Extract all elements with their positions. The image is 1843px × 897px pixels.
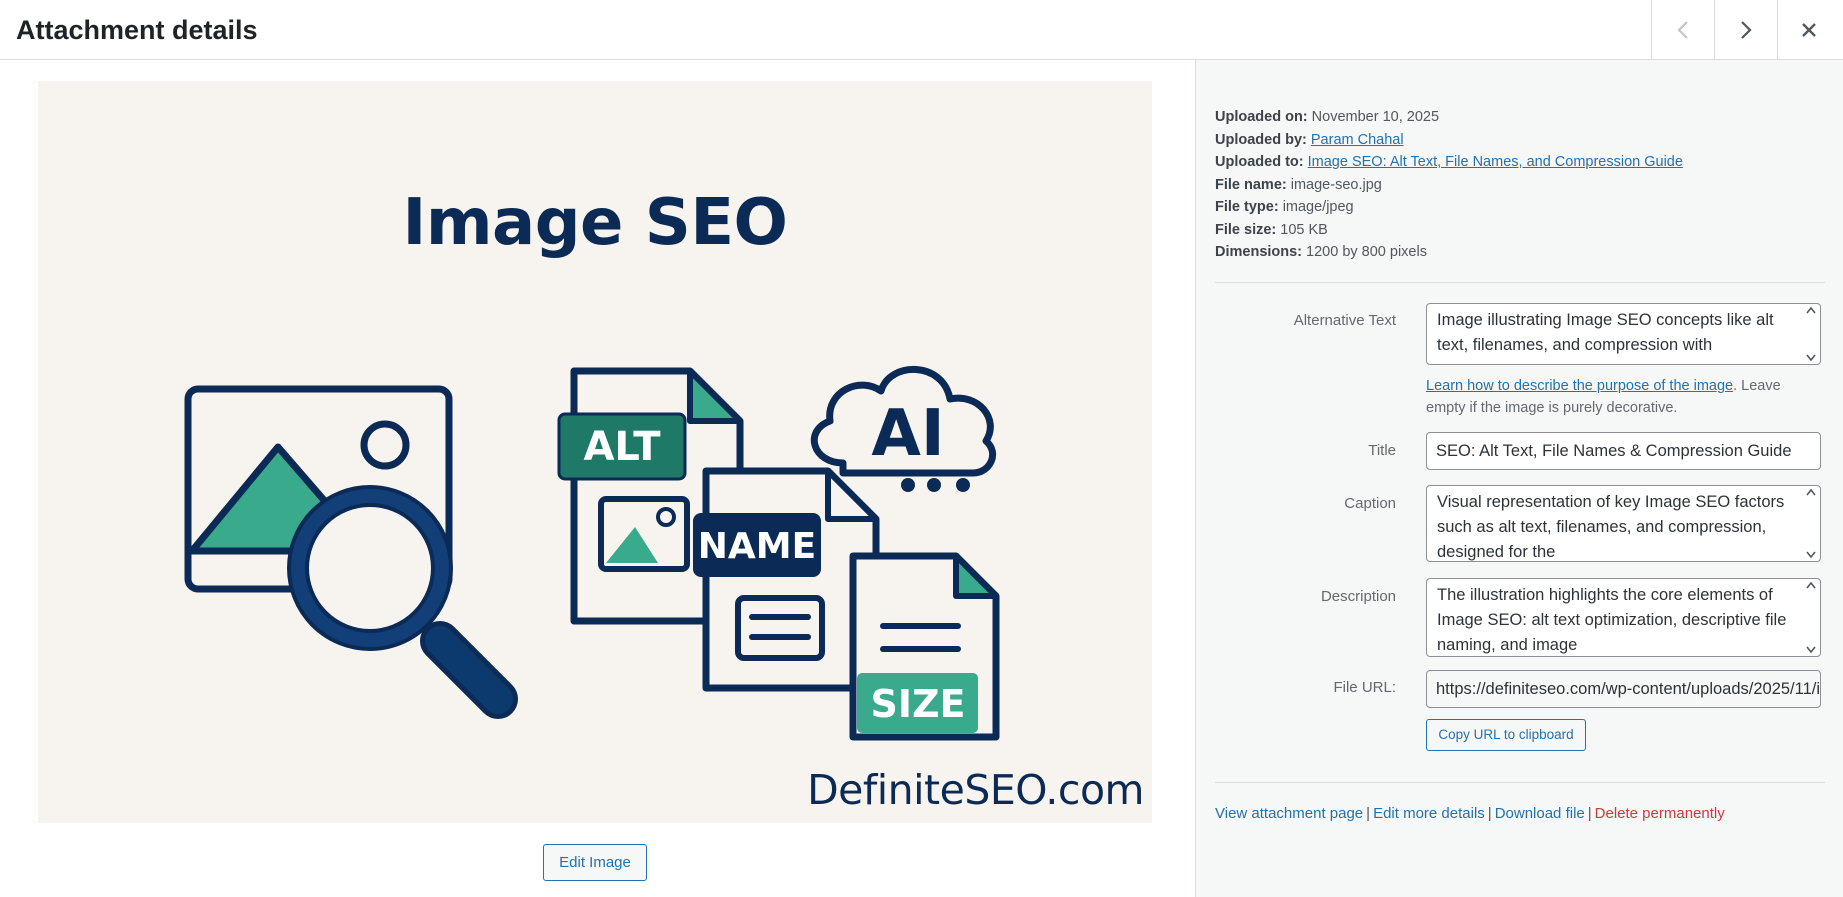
alt-text-value: Image illustrating Image SEO concepts li… (1437, 311, 1774, 354)
svg-text:ALT: ALT (583, 424, 661, 470)
edit-details-link[interactable]: Edit more details (1373, 805, 1485, 822)
scroll-down-icon (1806, 646, 1816, 654)
divider (1215, 282, 1825, 283)
next-button[interactable] (1714, 0, 1777, 59)
modal-header: Attachment details (0, 0, 1843, 60)
dimensions-value: 1200 by 800 pixels (1306, 244, 1427, 260)
uploaded-on-row: Uploaded on: November 10, 2025 (1215, 106, 1683, 129)
file-type-row: File type: image/jpeg (1215, 196, 1683, 219)
image-brand-text: DefiniteSEO.com (807, 766, 1144, 814)
file-size-value: 105 KB (1280, 221, 1328, 238)
alt-text-textarea[interactable]: Image illustrating Image SEO concepts li… (1426, 303, 1821, 365)
scroll-up-icon (1806, 581, 1816, 589)
title-value: SEO: Alt Text, File Names & Compression … (1436, 442, 1792, 460)
file-url-value: https://definiteseo.com/wp-content/uploa… (1436, 680, 1821, 698)
textarea-scrollbar[interactable] (1804, 306, 1818, 362)
scroll-down-icon (1806, 354, 1816, 362)
previous-button[interactable] (1651, 0, 1714, 59)
uploaded-to-link[interactable]: Image SEO: Alt Text, File Names, and Com… (1308, 154, 1683, 170)
svg-text:AI: AI (871, 397, 944, 471)
copy-url-button[interactable]: Copy URL to clipboard (1426, 719, 1586, 751)
file-name-label: File name: (1215, 176, 1287, 193)
description-value: The illustration highlights the core ele… (1437, 586, 1787, 654)
uploaded-by-row: Uploaded by: Param Chahal (1215, 129, 1683, 152)
file-meta: Uploaded on: November 10, 2025 Uploaded … (1215, 106, 1683, 264)
file-type-label: File type: (1215, 199, 1279, 215)
svg-text:NAME: NAME (698, 526, 816, 567)
uploaded-to-row: Uploaded to: Image SEO: Alt Text, File N… (1215, 151, 1683, 174)
scroll-up-icon (1806, 488, 1816, 496)
dimensions-row: Dimensions: 1200 by 800 pixels (1215, 241, 1683, 264)
alt-text-help: Learn how to describe the purpose of the… (1426, 375, 1816, 419)
title-label: Title (1368, 442, 1396, 459)
file-size-row: File size: 105 KB (1215, 219, 1683, 242)
image-illustration: ALT NAME SIZE AI (184, 366, 1000, 741)
file-name-row: File name: image-seo.jpg (1215, 174, 1683, 197)
uploaded-to-label: Uploaded to: (1215, 154, 1304, 170)
view-attachment-link[interactable]: View attachment page (1215, 805, 1363, 822)
textarea-scrollbar[interactable] (1804, 581, 1818, 654)
separator: | (1587, 805, 1592, 822)
magnifier-graphic (287, 485, 518, 719)
alt-text-help-link[interactable]: Learn how to describe the purpose of the… (1426, 378, 1733, 394)
file-name-value: image-seo.jpg (1290, 176, 1382, 193)
file-url-input[interactable]: https://definiteseo.com/wp-content/uploa… (1426, 670, 1821, 708)
caption-label: Caption (1344, 495, 1396, 512)
svg-text:SIZE: SIZE (870, 682, 965, 726)
file-size-label: File size: (1215, 221, 1277, 238)
textarea-scrollbar[interactable] (1804, 488, 1818, 559)
divider (1215, 782, 1825, 783)
file-size-graphic: SIZE (849, 552, 1000, 741)
edit-image-button[interactable]: Edit Image (543, 844, 647, 881)
attachment-actions: View attachment page | Edit more details | D… (1215, 805, 1725, 822)
uploaded-on-label: Uploaded on: (1215, 109, 1308, 125)
caption-value: Visual representation of key Image SEO f… (1437, 493, 1785, 561)
file-url-label: File URL: (1333, 679, 1396, 696)
cloud-ai-graphic: AI (810, 366, 997, 492)
attachment-image: Image SEO ALT NAME SIZE AI DefiniteSEO.c… (38, 81, 1152, 823)
close-button[interactable] (1777, 0, 1840, 59)
page-title: Attachment details (16, 15, 258, 45)
uploaded-by-link[interactable]: Param Chahal (1311, 132, 1404, 148)
delete-permanently-link[interactable]: Delete permanently (1595, 805, 1725, 822)
close-icon (1802, 22, 1816, 37)
chevron-right-icon (1741, 20, 1752, 39)
chevron-left-icon (1677, 20, 1688, 39)
separator: | (1487, 805, 1492, 822)
attachment-details-sidebar: Uploaded on: November 10, 2025 Uploaded … (1195, 60, 1843, 897)
separator: | (1366, 805, 1371, 822)
title-input[interactable]: SEO: Alt Text, File Names & Compression … (1426, 432, 1821, 470)
uploaded-by-label: Uploaded by: (1215, 131, 1307, 148)
description-textarea[interactable]: The illustration highlights the core ele… (1426, 578, 1821, 657)
download-file-link[interactable]: Download file (1495, 805, 1585, 822)
uploaded-on-value: November 10, 2025 (1311, 109, 1440, 125)
scroll-up-icon (1806, 306, 1816, 314)
file-type-value: image/jpeg (1282, 199, 1354, 215)
alt-text-label: Alternative Text (1293, 312, 1396, 329)
dimensions-label: Dimensions: (1215, 244, 1303, 260)
caption-textarea[interactable]: Visual representation of key Image SEO f… (1426, 485, 1821, 562)
file-name-graphic: NAME (693, 467, 880, 692)
media-preview-area: Image SEO ALT NAME SIZE AI DefiniteSEO.c… (0, 60, 1195, 897)
scroll-down-icon (1806, 551, 1816, 559)
description-label: Description (1320, 588, 1396, 605)
